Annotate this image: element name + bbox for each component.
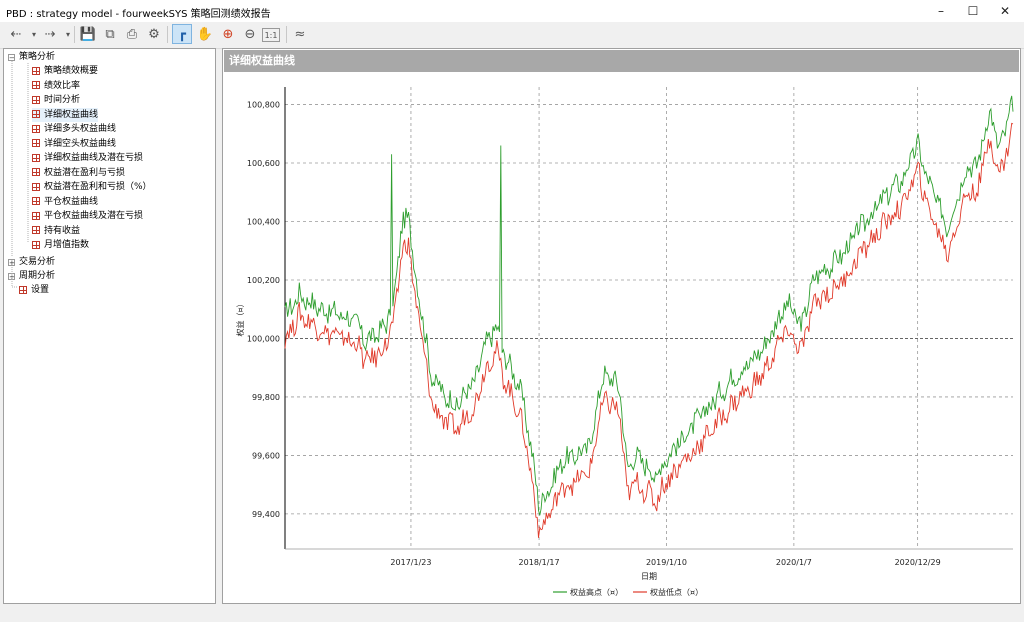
tree-item-12[interactable]: 月增值指数 [32, 238, 89, 252]
tree-item-label: 时间分析 [44, 95, 81, 105]
status-bar [0, 606, 1024, 622]
y-tick-label: 99,800 [252, 393, 280, 402]
tree-item-9[interactable]: 平仓权益曲线 [32, 195, 98, 209]
legend-label: 权益低点（¤） [650, 587, 703, 597]
copy-icon[interactable]: ⧉ [100, 24, 120, 44]
legend-label: 权益高点（¤） [570, 587, 623, 597]
x-tick-label: 2020/12/29 [895, 558, 941, 567]
back-icon[interactable]: ⇠ [6, 24, 26, 44]
y-tick-label: 99,400 [252, 510, 280, 519]
x-tick-label: 2019/1/10 [646, 558, 687, 567]
tree-item-2[interactable]: 时间分析 [32, 93, 80, 107]
tree-item-3[interactable]: 详细权益曲线 [32, 107, 99, 122]
tree-item-label: 策略绩效概要 [44, 66, 99, 76]
tree-lines [11, 61, 29, 288]
tree-item-label: 详细权益曲线及潜在亏损 [44, 153, 144, 163]
y-tick-label: 100,800 [247, 101, 280, 110]
tree-item-label: 平仓权益曲线及潜在亏损 [44, 211, 144, 221]
x-tick-label: 2020/1/7 [776, 558, 812, 567]
tree-item-label: 权益潜在盈利与亏损 [44, 167, 126, 178]
tree-item-5[interactable]: 详细空头权益曲线 [32, 137, 116, 151]
tree-item-label: 月增值指数 [44, 240, 90, 250]
chart-style-icon[interactable]: ≈ [290, 24, 310, 44]
maximize-button[interactable]: ☐ [956, 0, 990, 22]
report-tree: − 策略分析 策略绩效概要 绩效比率 时间分析 详细权益曲线 详细多头权益曲线 详细空头权… [3, 48, 216, 604]
series-line-1 [284, 122, 1014, 538]
tree-item-0[interactable]: 策略绩效概要 [32, 64, 98, 78]
tree-item-1[interactable]: 绩效比率 [32, 79, 80, 93]
forward-icon[interactable]: ⇢ [40, 24, 60, 44]
zoom-reset-icon[interactable]: 1:1 [262, 28, 280, 42]
tree-item-label: 绩效比率 [44, 80, 81, 91]
title-bar: PBD : strategy model - fourweekSYS 策略回测绩… [0, 0, 1024, 22]
tree-item-10[interactable]: 平仓权益曲线及潜在亏损 [32, 209, 143, 223]
toolbar: ⇠ ▾ ⇢ ▾ 💾 ⧉ ⎙ ⚙ ┏ ✋ ⊕ ⊖ 1:1 ≈ [0, 22, 1024, 49]
y-tick-label: 100,000 [247, 334, 280, 343]
tree-item-6[interactable]: 详细权益曲线及潜在亏损 [32, 151, 143, 165]
zoom-in-icon[interactable]: ⊕ [218, 24, 238, 44]
y-tick-label: 100,200 [247, 276, 280, 285]
zoom-out-icon[interactable]: ⊖ [240, 24, 260, 44]
tree-item-label: 权益潜在盈利和亏损（%） [44, 182, 152, 192]
print-icon[interactable]: ⎙ [122, 24, 142, 44]
y-tick-label: 100,600 [247, 159, 280, 168]
y-tick-label: 99,600 [252, 451, 280, 460]
tree-item-label: 详细空头权益曲线 [44, 138, 117, 149]
pan-hand-icon[interactable]: ✋ [195, 24, 215, 44]
save-icon[interactable]: 💾 [78, 24, 98, 44]
panel-title: 详细权益曲线 [224, 50, 1019, 72]
minimize-button[interactable]: – [924, 0, 958, 22]
x-tick-label: 2018/1/17 [519, 558, 560, 567]
close-button[interactable]: ✕ [988, 0, 1022, 22]
tree-item-label: 持有收益 [44, 225, 81, 236]
tree-item-label: 平仓权益曲线 [44, 196, 99, 207]
chart-panel: 详细权益曲线 99,400 99,600 99,800 100,000 100,200 1… [222, 48, 1021, 604]
window-title: PBD : strategy model - fourweekSYS 策略回测绩… [6, 9, 271, 20]
settings-gear-icon[interactable]: ⚙ [144, 24, 164, 44]
y-axis-label: 权益（¤） [235, 299, 245, 336]
tree-item-label: 详细权益曲线 [44, 109, 99, 120]
tree-item-label: 详细多头权益曲线 [44, 124, 117, 134]
equity-chart[interactable]: 99,400 99,600 99,800 100,000 100,200 100,400 1… [223, 73, 1020, 603]
crosshair-icon[interactable]: ┏ [172, 24, 192, 44]
x-axis-label: 日期 [641, 572, 657, 581]
tree-item-11[interactable]: 持有收益 [32, 224, 80, 238]
x-tick-label: 2017/1/23 [390, 558, 431, 567]
tree-item-7[interactable]: 权益潜在盈利与亏损 [32, 166, 125, 180]
tree-item-8[interactable]: 权益潜在盈利和亏损（%） [32, 180, 152, 194]
forward-dropdown-icon[interactable]: ▾ [58, 24, 78, 44]
y-tick-label: 100,400 [247, 218, 280, 227]
tree-item-4[interactable]: 详细多头权益曲线 [32, 122, 116, 136]
